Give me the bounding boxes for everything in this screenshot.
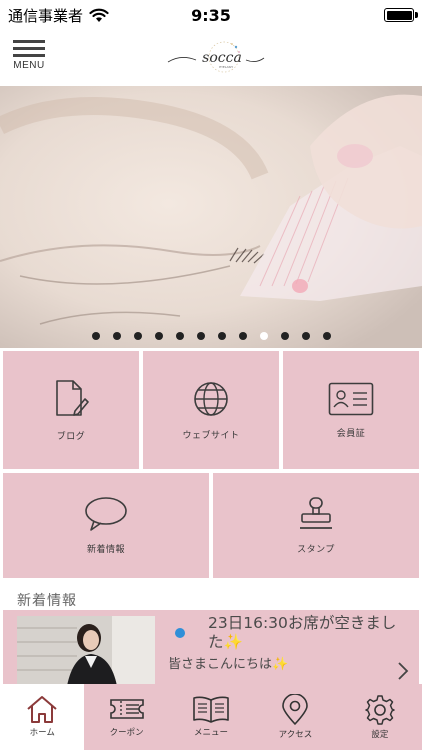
battery-icon [384,8,418,22]
tab-coupon-label: クーポン [109,728,144,738]
chevron-right-icon[interactable] [397,661,409,681]
tab-home[interactable]: ホーム [0,684,85,750]
tile-blog-label: ブログ [56,431,86,442]
tab-access-label: アクセス [278,730,313,740]
menu-label: MENU [13,60,45,71]
news-section-title: 新着情報 [17,593,77,609]
hero-slideshow[interactable] [0,86,422,348]
news-thumbnail [17,616,155,686]
wifi-icon [89,8,109,22]
tile-news[interactable]: 新着情報 [3,473,209,578]
news-headline: 23日16:30お席が空きました✨ [208,614,397,651]
menu-button[interactable]: MENU [10,40,48,76]
tile-website[interactable]: ウェブサイト [143,351,279,469]
map-pin-icon [282,694,309,725]
news-item[interactable]: 23日16:30お席が空きました✨ 皆さまこんにちは✨ [3,610,419,686]
slide-dot[interactable] [112,332,121,340]
app-header: MENU socca EYELASH [0,30,422,86]
tile-blog[interactable]: ブログ [3,351,139,469]
news-body: 皆さまこんにちは✨ [168,657,289,672]
slide-indicator[interactable] [0,332,422,340]
globe-icon [194,381,228,416]
slide-dot[interactable] [175,332,184,340]
tab-settings-label: 設定 [371,730,389,740]
gear-icon [365,695,395,725]
tab-home-label: ホーム [29,728,55,738]
bottom-tab-bar: ホーム クーポン メニュー アクセス 設定 [0,684,422,750]
carrier-label: 通信事業者 [8,6,84,25]
tab-menu-label: メニュー [194,728,229,738]
status-left: 通信事業者 [8,5,109,26]
slide-dot[interactable] [280,332,289,340]
slide-dot[interactable] [301,332,310,340]
tab-coupon[interactable]: クーポン [84,684,168,750]
status-bar: 通信事業者 9:35 [0,0,422,30]
tab-access[interactable]: アクセス [253,684,337,750]
hamburger-icon [13,40,45,61]
socca-logo: socca EYELASH [167,41,265,73]
book-icon [193,696,229,723]
unread-dot [175,628,185,638]
logo-text: socca [202,50,242,66]
logo-subtext: EYELASH [219,65,233,69]
slide-dot[interactable] [154,332,163,340]
tile-news-label: 新着情報 [86,545,125,555]
slide-dot[interactable] [217,332,226,340]
slide-dot[interactable] [322,332,331,340]
document-edit-icon [56,379,89,416]
tab-settings[interactable]: 設定 [338,684,422,750]
tile-member-card[interactable]: 会員証 [283,351,419,469]
tile-member-card-label: 会員証 [336,428,366,439]
tab-menu[interactable]: メニュー [169,684,253,750]
home-icon [27,696,57,723]
member-card-icon [328,382,374,415]
slide-dot[interactable] [196,332,205,340]
tile-stamp[interactable]: スタンプ [213,473,419,578]
battery-level [386,10,412,20]
stamp-icon [300,497,332,529]
slide-dot[interactable] [91,332,100,340]
slide-dot[interactable] [133,332,142,340]
slide-dot-active[interactable] [259,332,268,340]
coupon-icon [109,699,144,719]
tile-stamp-label: スタンプ [297,545,335,555]
speech-bubble-icon [85,497,127,531]
slide-dot[interactable] [238,332,247,340]
tile-website-label: ウェブサイト [182,430,240,441]
hero-photo [0,86,422,348]
